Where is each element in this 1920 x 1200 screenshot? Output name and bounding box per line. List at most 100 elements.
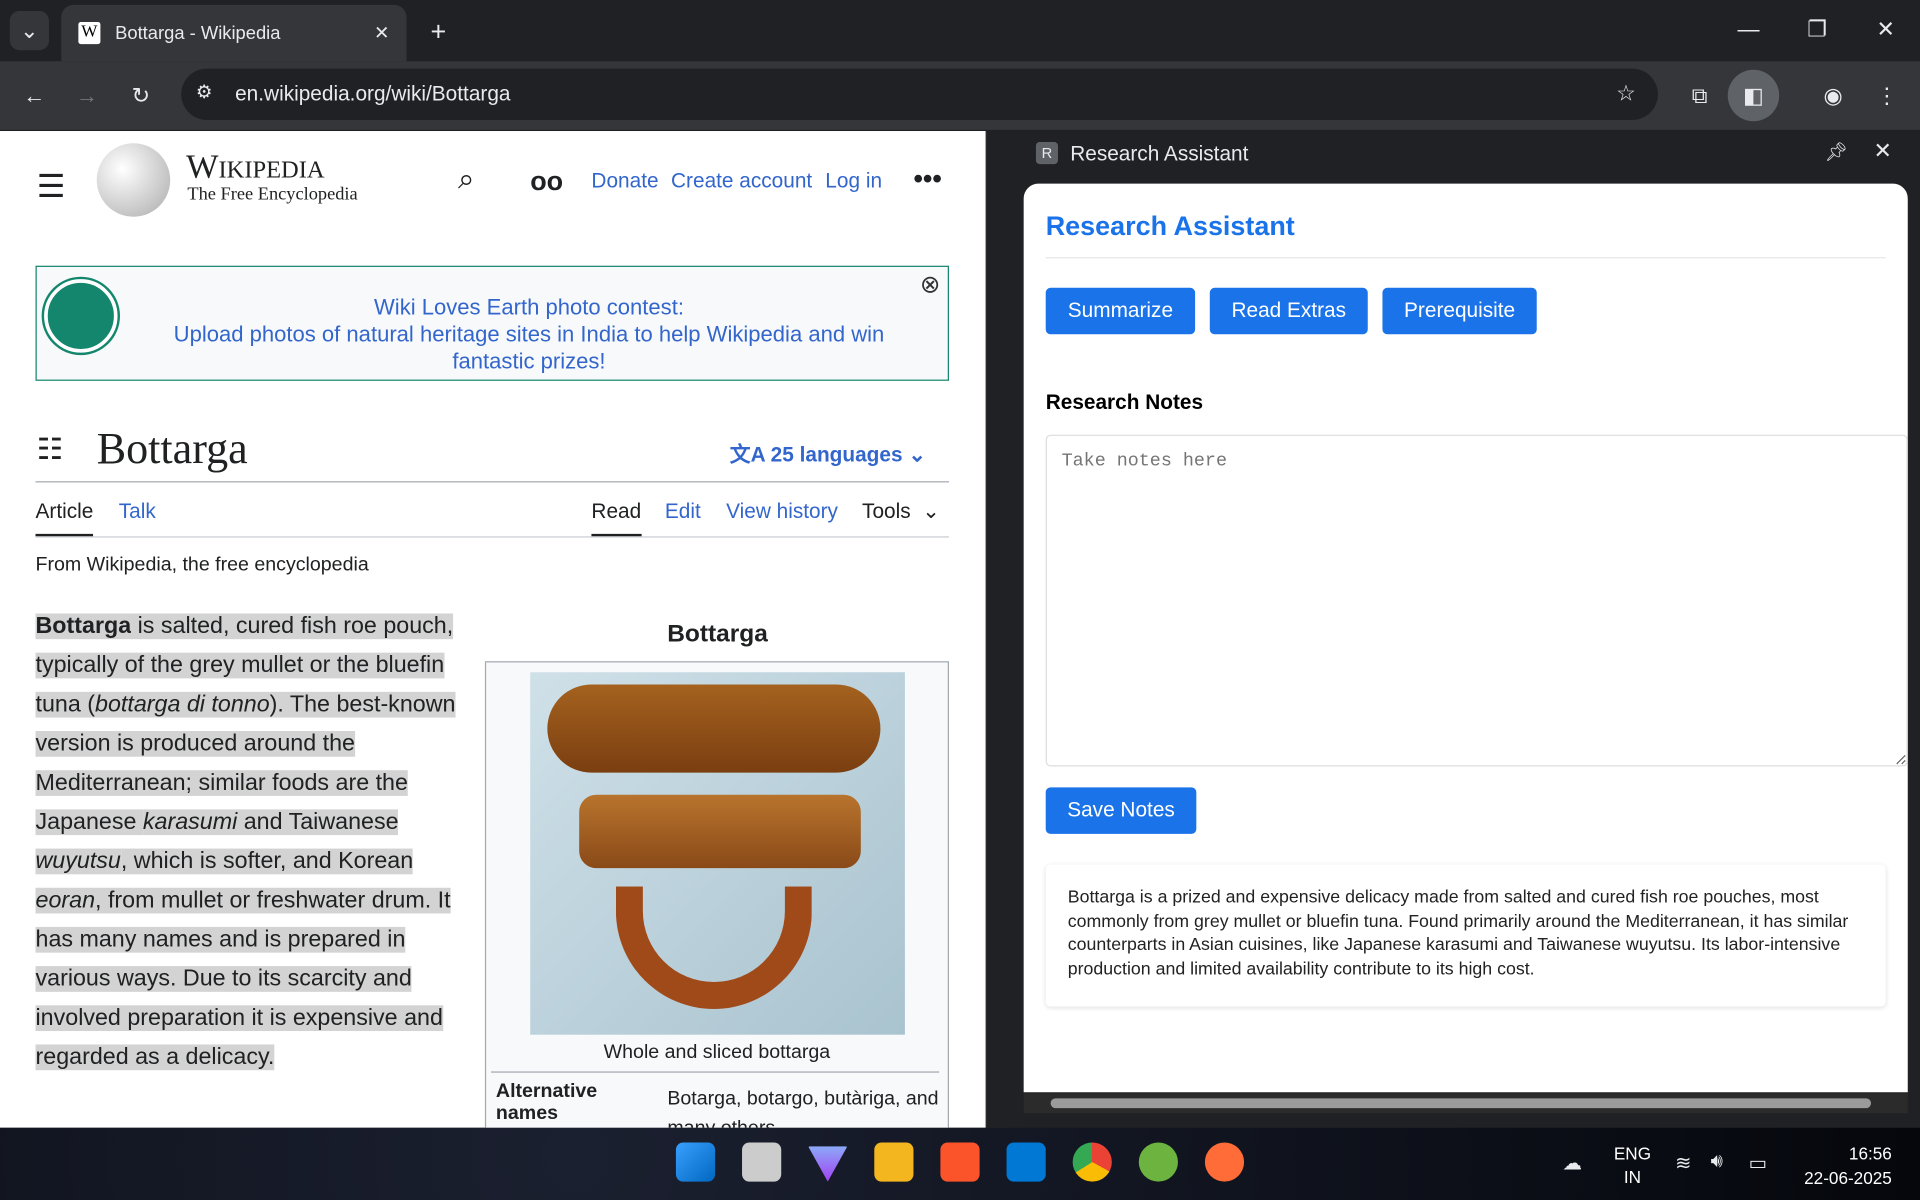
region-code: IN: [1623, 1166, 1642, 1187]
panel-horizontal-scrollbar[interactable]: [1023, 1093, 1908, 1114]
tab-strip: ⌄ W Bottarga - Wikipedia ✕ + — ❐ ✕: [0, 0, 1920, 62]
save-notes-button[interactable]: Save Notes: [1045, 787, 1197, 834]
file-explorer-icon[interactable]: [874, 1142, 914, 1182]
back-icon[interactable]: ←: [17, 78, 51, 112]
vscode-icon[interactable]: [1006, 1142, 1046, 1182]
assistant-title: Research Assistant: [1045, 210, 1295, 242]
close-banner-icon[interactable]: ⊗: [920, 272, 941, 299]
read-extras-button[interactable]: Read Extras: [1209, 287, 1368, 335]
main-menu-icon[interactable]: ☰: [37, 168, 66, 206]
restore-icon[interactable]: ❐: [1800, 12, 1834, 46]
wikipedia-favicon-icon: W: [78, 22, 101, 45]
spring-icon[interactable]: [1138, 1142, 1178, 1182]
languages-label: 25 languages: [770, 443, 903, 467]
infobox-title: Bottarga: [667, 620, 768, 648]
tagline-from: From Wikipedia, the free encyclopedia: [35, 554, 369, 576]
extension-icon: R: [1035, 142, 1058, 165]
bookmark-star-icon[interactable]: ☆: [1616, 81, 1636, 107]
url-text: en.wikipedia.org/wiki/Bottarga: [235, 82, 511, 106]
side-panel-icon[interactable]: ◧: [1727, 69, 1780, 122]
appearance-glasses-icon[interactable]: oo: [530, 165, 563, 197]
prerequisite-button[interactable]: Prerequisite: [1382, 287, 1537, 335]
tools-dropdown[interactable]: Tools ⌄: [862, 500, 940, 524]
create-account-link[interactable]: Create account: [671, 169, 812, 193]
image-caption: Whole and sliced bottarga: [603, 1042, 831, 1063]
brave-icon[interactable]: [940, 1142, 980, 1182]
page-title: Bottarga: [96, 423, 248, 473]
tab-bottarga[interactable]: W Bottarga - Wikipedia ✕: [61, 4, 407, 62]
infobox-value: Botarga, botargo, butàriga, and many oth…: [667, 1088, 939, 1128]
tab-read[interactable]: Read: [591, 500, 642, 537]
tagline: The Free Encyclopedia: [187, 184, 358, 205]
address-bar[interactable]: ⚙ en.wikipedia.org/wiki/Bottarga ☆: [181, 68, 1658, 121]
paragraph-segment: and Taiwanese: [237, 809, 399, 836]
menu-icon[interactable]: ⋮: [1870, 78, 1904, 112]
lead-paragraph: Bottarga is salted, cured fish roe pouch…: [35, 607, 467, 1077]
tabs-divider: [35, 536, 949, 538]
close-panel-icon[interactable]: ✕: [1873, 138, 1891, 164]
date: 22-06-2025: [1804, 1168, 1892, 1188]
battery-icon[interactable]: ▭: [1749, 1151, 1768, 1175]
volume-icon[interactable]: 🔊︎: [1711, 1151, 1723, 1173]
forward-icon[interactable]: →: [70, 78, 104, 112]
clock[interactable]: 16:56 22-06-2025: [1788, 1141, 1892, 1190]
wikipedia-page: ☰ Wikipedia The Free Encyclopedia ⌕ oo D…: [0, 131, 986, 1128]
bottarga-image[interactable]: [530, 672, 905, 1035]
more-options-icon[interactable]: •••: [913, 163, 941, 195]
tab-article[interactable]: Article: [35, 500, 94, 537]
toc-icon[interactable]: ☷: [37, 432, 63, 468]
tab-talk[interactable]: Talk: [119, 500, 156, 524]
time: 16:56: [1848, 1143, 1892, 1164]
notes-textarea[interactable]: [1045, 434, 1908, 767]
extensions-icon[interactable]: ⧉: [1682, 78, 1716, 112]
browser-toolbar: ← → ↻ ⚙ en.wikipedia.org/wiki/Bottarga ☆…: [0, 61, 1920, 130]
onedrive-icon[interactable]: ☁: [1562, 1151, 1582, 1175]
banner-title[interactable]: Wiki Loves Earth photo contest:: [147, 294, 911, 321]
paragraph-segment: karasumi: [142, 809, 238, 836]
tab-view-history[interactable]: View history: [726, 500, 838, 524]
postman-icon[interactable]: [1204, 1142, 1245, 1182]
tab-search-chevron-icon[interactable]: ⌄: [9, 11, 49, 51]
pin-icon[interactable]: 📌︎: [1824, 141, 1847, 163]
site-info-icon[interactable]: ⚙: [196, 81, 212, 103]
minimize-icon[interactable]: —: [1731, 12, 1765, 46]
task-view-icon[interactable]: [742, 1142, 782, 1182]
paragraph-segment: bottarga di tonno: [95, 691, 270, 718]
tools-label: Tools: [862, 499, 911, 523]
donate-link[interactable]: Donate: [591, 169, 658, 193]
login-link[interactable]: Log in: [825, 169, 882, 193]
tab-title: Bottarga - Wikipedia: [115, 22, 281, 44]
start-icon[interactable]: [675, 1142, 716, 1182]
title-divider: [35, 481, 949, 483]
banner-text[interactable]: Upload photos of natural heritage sites …: [147, 321, 911, 375]
infobox: Whole and sliced bottarga Alternative na…: [484, 661, 949, 1128]
languages-button[interactable]: 文A 25 languages ⌄: [730, 437, 926, 468]
wordmark[interactable]: Wikipedia: [186, 148, 324, 187]
chrome-icon[interactable]: [1072, 1142, 1112, 1182]
new-tab-icon[interactable]: +: [421, 15, 455, 49]
tab-edit[interactable]: Edit: [665, 500, 701, 524]
translate-icon: 文A: [729, 443, 771, 467]
wikipedia-globe-logo[interactable]: [96, 143, 171, 217]
summarize-button[interactable]: Summarize: [1045, 287, 1196, 335]
paragraph-segment: , which is softer, and Korean: [120, 848, 414, 875]
infobox-label: Alternative names: [495, 1081, 598, 1125]
paragraph-segment: Bottarga: [35, 613, 132, 640]
search-icon[interactable]: ⌕: [458, 163, 474, 197]
close-tab-icon[interactable]: ✕: [374, 22, 389, 44]
language-indicator[interactable]: ENG IN: [1614, 1142, 1651, 1189]
notes-label: Research Notes: [1045, 390, 1204, 414]
wifi-icon[interactable]: ≋: [1675, 1151, 1691, 1175]
panel-header-title: Research Assistant: [1070, 142, 1249, 166]
close-window-icon[interactable]: ✕: [1869, 12, 1903, 46]
tree-logo-icon: [44, 279, 118, 353]
paragraph-segment: eoran: [35, 887, 96, 914]
contest-banner: ⊗ Wiki Loves Earth photo contest: Upload…: [35, 265, 949, 381]
reload-icon[interactable]: ↻: [124, 78, 158, 112]
profile-icon[interactable]: ◉: [1816, 78, 1850, 112]
paragraph-segment: wuyutsu: [35, 848, 121, 875]
summary-output: Bottarga is a prized and expensive delic…: [1045, 864, 1886, 1007]
paragraph-segment: , from mullet or freshwater drum. It has…: [35, 887, 451, 1071]
lang-code: ENG: [1613, 1143, 1652, 1164]
research-assistant-card: Research Assistant Summarize Read Extras…: [1023, 183, 1908, 1093]
